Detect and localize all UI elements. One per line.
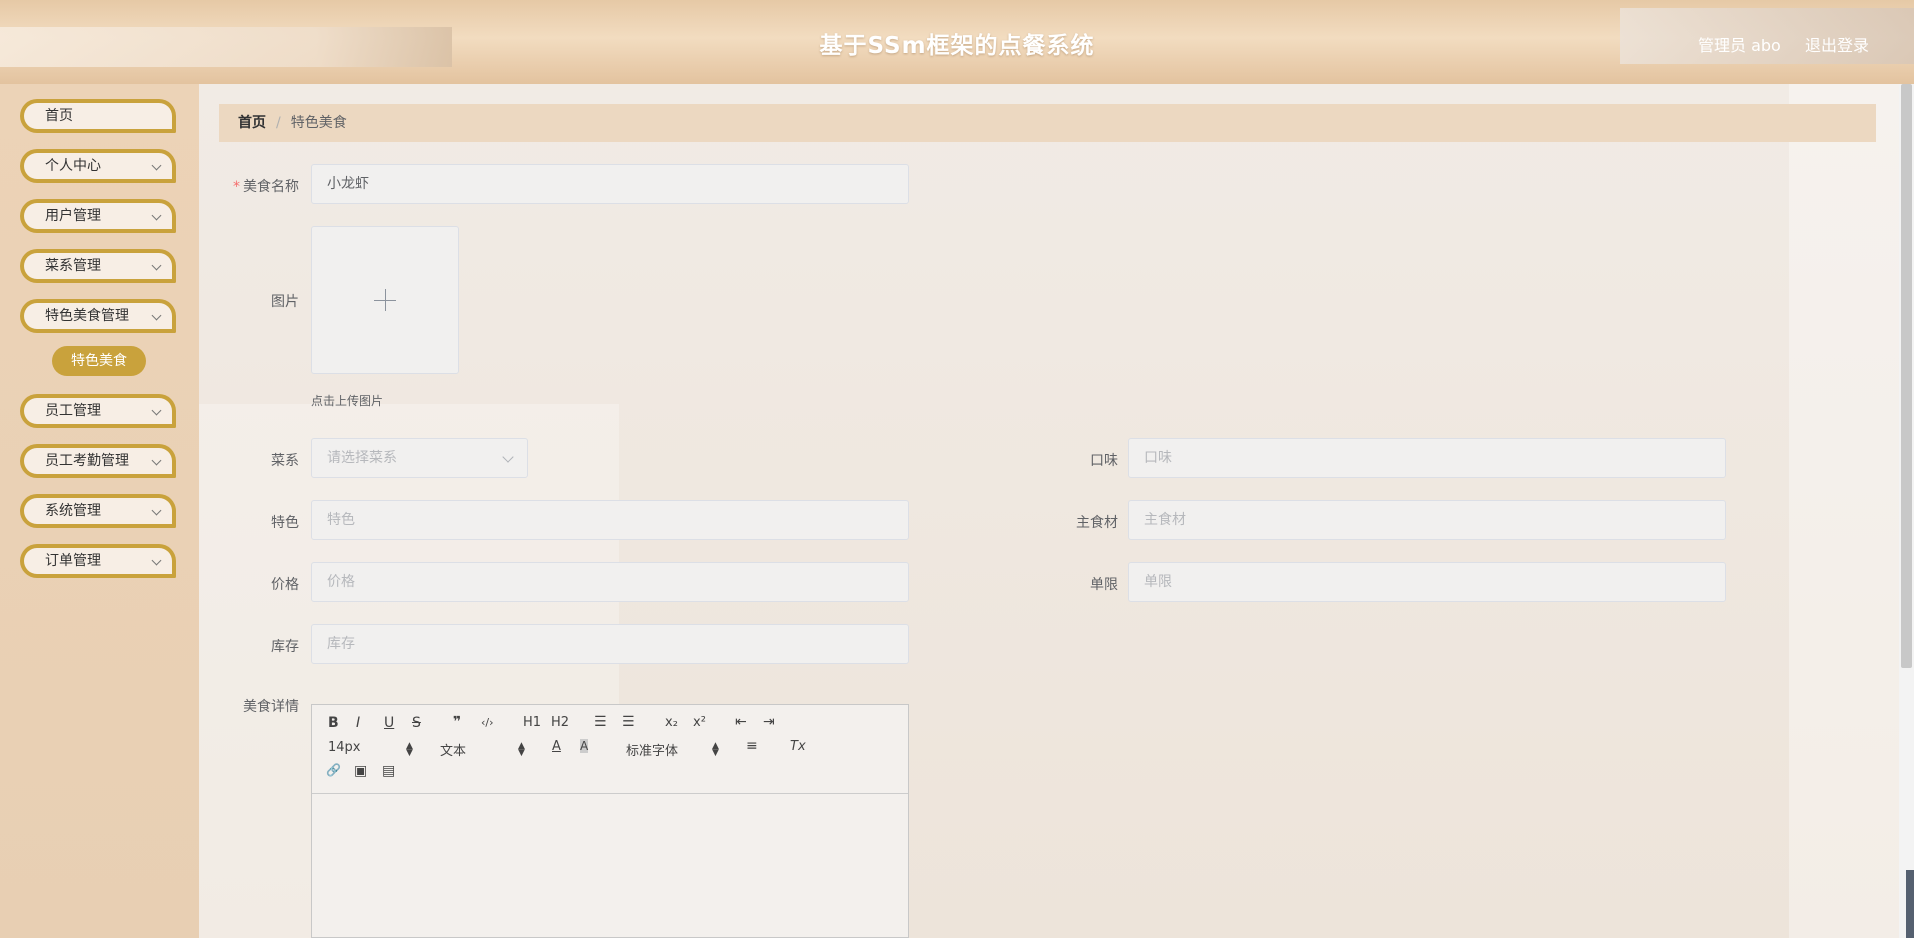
taste-label: 口味: [1090, 453, 1118, 469]
sidebar-item-label: 首页: [45, 108, 73, 124]
chevron-down-icon: [151, 405, 162, 416]
breadcrumb-home[interactable]: 首页: [238, 115, 266, 131]
sidebar-item-order-management[interactable]: 订单管理: [20, 544, 176, 578]
updown-icon: ▼: [712, 748, 719, 758]
editor-toolbar: B I U S ❞ ‹/› H1 H2 ☰ ☰ x₂ x² ⇤ ⇥ 14px ▲ ▼…: [312, 705, 908, 794]
scrollbar-thumb[interactable]: [1901, 84, 1912, 668]
food-name-label: * 美食名称: [199, 176, 299, 196]
detail-label: 美食详情: [243, 699, 299, 715]
format-select[interactable]: 文本 ▲ ▼: [440, 740, 526, 759]
upload-tip: 点击上传图片: [311, 394, 384, 408]
price-label: 价格: [271, 577, 299, 593]
chevron-down-icon: [151, 455, 162, 466]
sidebar-subitem-specialty-food[interactable]: 特色美食: [52, 346, 146, 376]
bold-button[interactable]: B: [328, 715, 339, 731]
required-mark: *: [233, 179, 240, 195]
food-name-label-text: 美食名称: [243, 179, 299, 195]
chevron-down-icon: [151, 260, 162, 271]
format-value: 文本: [440, 744, 467, 759]
breadcrumb-separator: /: [276, 115, 281, 131]
sidebar-item-label: 员工考勤管理: [45, 453, 129, 469]
feature-label: 特色: [271, 515, 299, 531]
logout-link[interactable]: 退出登录: [1805, 32, 1869, 56]
main-ingredient-label: 主食材: [1076, 515, 1118, 531]
chevron-down-icon: [151, 310, 162, 321]
main-ingredient-input[interactable]: 主食材: [1128, 500, 1726, 540]
sidebar-item-label: 系统管理: [45, 503, 101, 519]
link-icon[interactable]: 🔗: [326, 763, 341, 777]
sidebar-item-label: 订单管理: [45, 553, 101, 569]
cuisine-select[interactable]: 请选择菜系: [311, 438, 528, 478]
heading1-button[interactable]: H1: [523, 715, 541, 730]
sidebar-item-cuisine-management[interactable]: 菜系管理: [20, 249, 176, 283]
chevron-down-icon: [151, 210, 162, 221]
cuisine-select-placeholder: 请选择菜系: [327, 450, 397, 466]
text-color-icon[interactable]: A: [552, 739, 561, 754]
limit-label: 单限: [1090, 577, 1118, 593]
image-icon[interactable]: ▣: [354, 763, 367, 779]
sidebar-item-staff-attendance[interactable]: 员工考勤管理: [20, 444, 176, 478]
rich-text-editor: B I U S ❞ ‹/› H1 H2 ☰ ☰ x₂ x² ⇤ ⇥ 14px ▲ ▼…: [311, 704, 909, 938]
sidebar-item-system-management[interactable]: 系统管理: [20, 494, 176, 528]
ordered-list-icon[interactable]: ☰: [594, 714, 607, 730]
stock-input[interactable]: 库存: [311, 624, 909, 664]
editor-content-area[interactable]: [312, 794, 908, 937]
updown-icon: ▼: [406, 748, 413, 758]
sidebar-item-personal-center[interactable]: 个人中心: [20, 149, 176, 183]
chevron-down-icon: [151, 555, 162, 566]
font-size-value: 14px: [328, 740, 361, 755]
font-family-value: 标准字体: [626, 744, 679, 759]
heading2-button[interactable]: H2: [551, 715, 569, 730]
align-left-icon[interactable]: ≡: [746, 738, 758, 754]
sidebar-item-label: 特色美食管理: [45, 308, 129, 324]
blockquote-button[interactable]: ❞: [453, 714, 461, 730]
sidebar-item-label: 用户管理: [45, 208, 101, 224]
app-title: 基于SSm框架的点餐系统: [819, 33, 1095, 59]
chevron-down-icon: [502, 451, 514, 463]
page-scrollbar[interactable]: [1899, 84, 1914, 938]
video-icon[interactable]: ▤: [382, 763, 395, 779]
font-family-select[interactable]: 标准字体 ▲ ▼: [626, 740, 722, 759]
sidebar-item-label: 个人中心: [45, 158, 101, 174]
updown-icon: ▼: [518, 748, 525, 758]
clear-format-icon[interactable]: Tx: [790, 739, 806, 754]
sidebar-item-staff-management[interactable]: 员工管理: [20, 394, 176, 428]
admin-username: 管理员 abo: [1698, 36, 1781, 55]
outdent-icon[interactable]: ⇤: [735, 714, 747, 730]
background-decoration: [1789, 84, 1899, 938]
price-input[interactable]: 价格: [311, 562, 909, 602]
sidebar-item-label: 员工管理: [45, 403, 101, 419]
chevron-down-icon: [151, 505, 162, 516]
sidebar-item-home[interactable]: 首页: [20, 99, 176, 133]
scroll-corner: [1906, 870, 1914, 938]
chevron-down-icon: [151, 160, 162, 171]
breadcrumb-current: 特色美食: [290, 115, 347, 131]
sidebar-item-user-management[interactable]: 用户管理: [20, 199, 176, 233]
breadcrumb: 首页 / 特色美食: [219, 104, 1876, 142]
image-label: 图片: [271, 294, 299, 310]
strike-button[interactable]: S: [412, 715, 421, 731]
font-size-select[interactable]: 14px ▲ ▼: [328, 740, 414, 758]
plus-icon: [385, 289, 386, 311]
superscript-button[interactable]: x²: [693, 715, 706, 730]
indent-icon[interactable]: ⇥: [763, 714, 775, 730]
bullet-list-icon[interactable]: ☰: [622, 714, 635, 730]
background-color-icon[interactable]: A: [580, 739, 589, 753]
food-name-input[interactable]: 小龙虾: [311, 164, 909, 204]
sidebar-item-label: 菜系管理: [45, 258, 101, 274]
cuisine-label: 菜系: [271, 453, 299, 469]
feature-input[interactable]: 特色: [311, 500, 909, 540]
italic-button[interactable]: I: [356, 715, 360, 731]
code-block-button[interactable]: ‹/›: [481, 716, 494, 729]
top-header: 基于SSm框架的点餐系统 管理员 abo 退出登录: [0, 0, 1914, 84]
sidebar-item-specialty-food-management[interactable]: 特色美食管理: [20, 299, 176, 333]
underline-button[interactable]: U: [384, 715, 394, 731]
subscript-button[interactable]: x₂: [665, 715, 678, 730]
stock-label: 库存: [271, 639, 299, 655]
taste-input[interactable]: 口味: [1128, 438, 1726, 478]
image-uploader[interactable]: [311, 226, 459, 374]
limit-input[interactable]: 单限: [1128, 562, 1726, 602]
sidebar: 首页 个人中心 用户管理 菜系管理 特色美食管理 特色美食 员工管理 员工考勤管…: [0, 84, 199, 938]
